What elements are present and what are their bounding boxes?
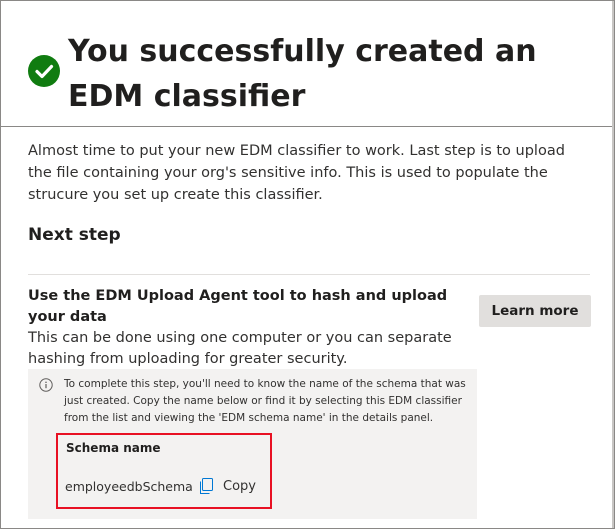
schema-name-highlight: Schema name employeedbSchema Copy <box>56 433 272 509</box>
scrollbar[interactable] <box>612 1 614 528</box>
copy-label: Copy <box>223 479 256 494</box>
step-divider <box>28 274 590 275</box>
info-panel: To complete this step, you'll need to kn… <box>28 369 477 519</box>
copy-button[interactable]: Copy <box>198 475 266 499</box>
copy-icon <box>198 478 214 495</box>
intro-description: Almost time to put your new EDM classifi… <box>28 143 565 203</box>
header-divider <box>1 126 614 127</box>
learn-more-button[interactable]: Learn more <box>479 295 591 327</box>
schema-name-label: Schema name <box>66 441 161 455</box>
schema-name-value: employeedbSchema <box>65 479 193 494</box>
info-text: To complete this step, you'll need to kn… <box>64 378 466 424</box>
checkmark-circle-icon <box>28 55 60 87</box>
page-title: You successfully created an EDM classifi… <box>68 34 537 114</box>
next-step-heading: Next step <box>28 225 121 245</box>
step-title: Use the EDM Upload Agent tool to hash an… <box>28 288 448 325</box>
info-icon <box>39 377 53 392</box>
classifier-created-panel: You successfully created an EDM classifi… <box>0 0 615 529</box>
step-description: This can be done using one computer or y… <box>28 330 452 367</box>
